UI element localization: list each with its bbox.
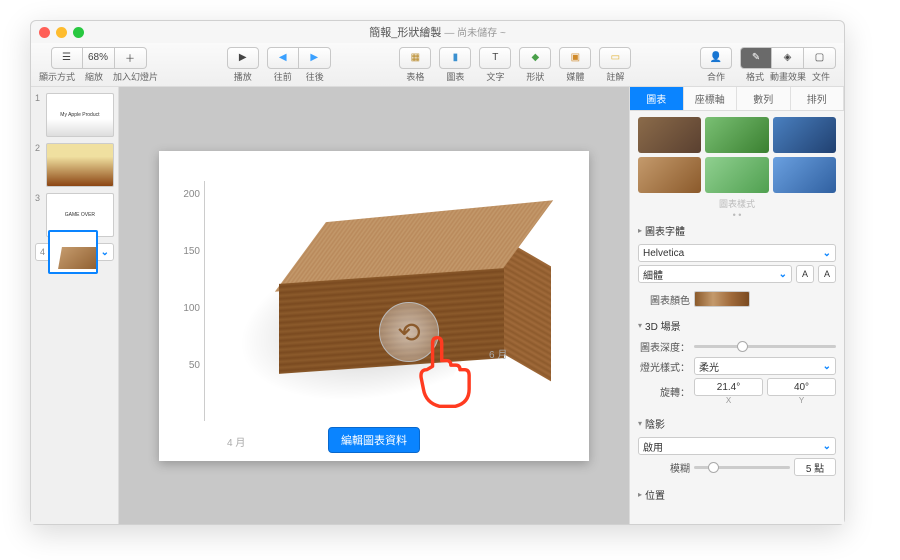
chart-style-swatch[interactable]	[773, 117, 836, 153]
zoom-label: 縮放	[85, 70, 103, 83]
collaborate-button[interactable]: 👤	[700, 47, 732, 69]
lighting-select[interactable]: 柔光	[694, 357, 836, 375]
zoom-button[interactable]: 68%	[83, 47, 115, 69]
y-tick: 50	[174, 360, 200, 371]
nav-forward-button[interactable]: ▶	[299, 47, 331, 69]
window-title: 簡報_形狀繪製 — 尚未儲存 ~	[31, 24, 844, 40]
slide[interactable]: 200 150 100 50 4 月 5 月 6 月 編輯圖表資料	[159, 151, 589, 461]
x-tick: 4 月	[227, 434, 245, 449]
section-font[interactable]: 圖表字體	[638, 220, 836, 241]
y-tick: 150	[174, 246, 200, 257]
chart-style-swatch[interactable]	[705, 117, 768, 153]
y-tick: 100	[174, 303, 200, 314]
rotate-3d-icon[interactable]: ⟲	[379, 302, 439, 362]
document-inspector-button[interactable]: ▢	[804, 47, 836, 69]
font-weight-select[interactable]: 細體	[638, 265, 792, 283]
shadow-select[interactable]: 啟用	[638, 437, 836, 455]
canvas[interactable]: 200 150 100 50 4 月 5 月 6 月 編輯圖表資料 ⟲	[119, 87, 629, 524]
style-label: 圖表樣式	[638, 197, 836, 210]
tab-chart[interactable]: 圖表	[630, 87, 684, 110]
blur-slider[interactable]	[694, 466, 790, 469]
rotate-y-input[interactable]: 40°	[767, 378, 836, 396]
nav-back-button[interactable]: ◀	[267, 47, 299, 69]
insert-table-button[interactable]: ▦	[399, 47, 431, 69]
edit-chart-data-button[interactable]: 編輯圖表資料	[328, 427, 420, 453]
play-label: 播放	[234, 70, 252, 83]
chart-style-swatch[interactable]	[638, 157, 701, 193]
section-shadow[interactable]: 陰影	[638, 413, 836, 434]
toolbar: ☰ 68% ＋ 顯示方式 縮放 加入幻燈片 ▶ 播放 ◀ ▶ 往前	[31, 43, 844, 87]
add-slide-button[interactable]: ＋	[115, 47, 147, 69]
inspector-subtabs: 圖表 座標軸 數列 排列	[630, 87, 844, 111]
chart-color-swatch[interactable]	[694, 291, 750, 307]
font-larger-button[interactable]: A	[818, 265, 836, 283]
chart-style-grid	[638, 117, 836, 193]
y-tick: 200	[174, 189, 200, 200]
animate-inspector-button[interactable]: ◈	[772, 47, 804, 69]
insert-comment-button[interactable]: ▭	[599, 47, 631, 69]
section-3d-scene[interactable]: 3D 場景	[638, 315, 836, 336]
add-slide-label: 加入幻燈片	[113, 70, 158, 83]
titlebar: 簡報_形狀繪製 — 尚未儲存 ~	[31, 21, 844, 43]
section-position[interactable]: 位置	[638, 484, 836, 505]
insert-text-button[interactable]: T	[479, 47, 511, 69]
depth-slider[interactable]	[694, 345, 836, 348]
app-window: 簡報_形狀繪製 — 尚未儲存 ~ ☰ 68% ＋ 顯示方式 縮放 加入幻燈片 ▶…	[30, 20, 845, 525]
insert-chart-button[interactable]: ▮	[439, 47, 471, 69]
tab-axes[interactable]: 座標軸	[684, 87, 738, 110]
view-label: 顯示方式	[39, 70, 75, 83]
color-label: 圖表顏色	[638, 292, 690, 307]
chart-style-swatch[interactable]	[705, 157, 768, 193]
font-smaller-button[interactable]: A	[796, 265, 814, 283]
slide-thumb[interactable]: 2	[35, 143, 114, 187]
chart-style-swatch[interactable]	[773, 157, 836, 193]
format-inspector-button[interactable]: ✎	[740, 47, 772, 69]
font-family-select[interactable]: Helvetica	[638, 244, 836, 262]
tab-series[interactable]: 數列	[737, 87, 791, 110]
slide-thumb[interactable]: 4	[35, 243, 114, 261]
view-button[interactable]: ☰	[51, 47, 83, 69]
y-axis	[204, 181, 205, 421]
insert-shape-button[interactable]: ◆	[519, 47, 551, 69]
blur-input[interactable]: 5 點	[794, 458, 836, 476]
slide-thumb[interactable]: 1My Apple Product	[35, 93, 114, 137]
insert-media-button[interactable]: ▣	[559, 47, 591, 69]
rotate-x-input[interactable]: 21.4°	[694, 378, 763, 396]
inspector-panel: 圖表 座標軸 數列 排列 圖表樣式 • • 圖表字體 Helve	[629, 87, 844, 524]
tab-arrange[interactable]: 排列	[791, 87, 845, 110]
chart-style-swatch[interactable]	[638, 117, 701, 153]
play-button[interactable]: ▶	[227, 47, 259, 69]
slide-navigator[interactable]: 1My Apple Product 2 3GAME OVER 4	[31, 87, 119, 524]
x-tick: 6 月	[489, 346, 507, 361]
